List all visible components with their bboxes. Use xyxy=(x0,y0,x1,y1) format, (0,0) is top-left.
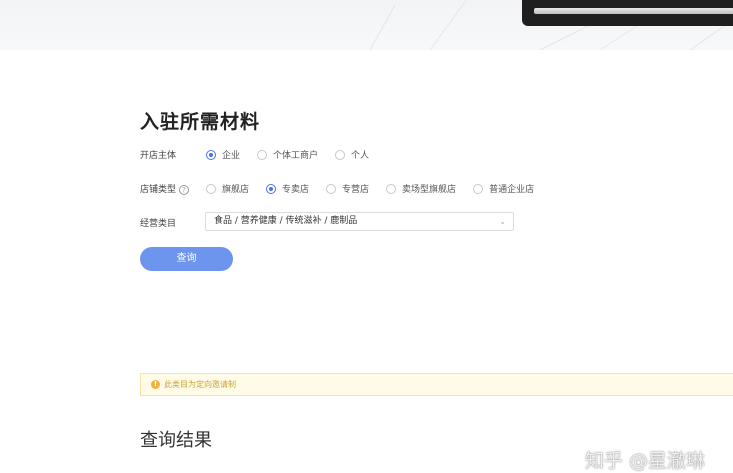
results-title: 查询结果 xyxy=(140,430,212,451)
watermark: 知乎 @星澈琳 xyxy=(585,450,706,472)
radio-mall-flagship[interactable]: 卖场型旗舰店 xyxy=(386,182,456,195)
category-select-value: 食品 / 营养健康 / 传统滋补 / 鹿制品 xyxy=(214,216,358,226)
radio-individual-business[interactable]: 个体工商户 xyxy=(257,148,318,161)
radio-label: 专营店 xyxy=(342,185,370,195)
category-label: 经营类目 xyxy=(140,219,177,229)
store-type-label: 店铺类型? xyxy=(140,182,190,195)
radio-unchecked-icon xyxy=(386,183,397,194)
radio-unchecked-icon xyxy=(335,149,346,160)
warning-icon: ! xyxy=(151,380,160,389)
help-icon[interactable]: ? xyxy=(179,184,190,195)
radio-unchecked-icon xyxy=(473,183,484,194)
radio-enterprise[interactable]: 企业 xyxy=(206,148,240,161)
store-type-radio-group: 旗舰店 专卖店 专营店 卖场型旗舰店 普通企业店 xyxy=(206,182,534,195)
radio-flagship[interactable]: 旗舰店 xyxy=(206,182,249,195)
store-type-label-text: 店铺类型 xyxy=(140,185,177,195)
radio-unchecked-icon xyxy=(326,183,337,194)
radio-label: 企业 xyxy=(222,151,241,161)
top-banner xyxy=(0,0,733,50)
radio-label: 卖场型旗舰店 xyxy=(402,185,457,195)
chevron-down-icon: ⌄ xyxy=(499,217,506,226)
radio-unchecked-icon xyxy=(206,183,216,194)
radio-label: 普通企业店 xyxy=(489,185,535,195)
notice-banner: ! 此类目为定向邀请制 xyxy=(140,373,733,396)
radio-specialty[interactable]: 专营店 xyxy=(326,182,369,195)
radio-label: 专卖店 xyxy=(282,185,310,195)
radio-unchecked-icon xyxy=(257,149,268,160)
radio-label: 旗舰店 xyxy=(222,185,250,195)
radio-exclusive[interactable]: 专卖店 xyxy=(266,182,309,195)
device-frame xyxy=(522,0,733,26)
radio-individual[interactable]: 个人 xyxy=(335,148,369,161)
radio-normal-enterprise[interactable]: 普通企业店 xyxy=(473,182,534,195)
store-subject-radio-group: 企业 个体工商户 个人 xyxy=(206,148,369,161)
radio-checked-icon xyxy=(266,183,277,194)
radio-label: 个人 xyxy=(351,151,370,161)
device-bar xyxy=(534,8,733,14)
store-subject-label: 开店主体 xyxy=(140,151,177,161)
page-title: 入驻所需材料 xyxy=(140,111,261,133)
query-button[interactable]: 查询 xyxy=(140,247,233,271)
radio-checked-icon xyxy=(206,149,216,160)
category-select[interactable]: 食品 / 营养健康 / 传统滋补 / 鹿制品 ⌄ xyxy=(205,212,514,231)
notice-text: 此类目为定向邀请制 xyxy=(164,380,236,389)
radio-label: 个体工商户 xyxy=(273,151,319,161)
